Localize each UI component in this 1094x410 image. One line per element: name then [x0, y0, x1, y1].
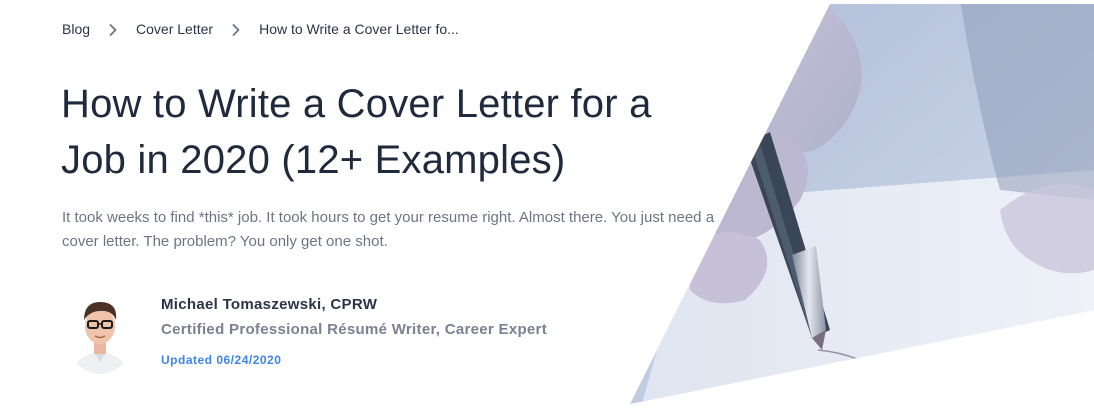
article-lead: It took weeks to find *this* job. It too… — [62, 209, 715, 250]
author-avatar — [66, 294, 134, 374]
breadcrumb-item-blog[interactable]: Blog — [62, 21, 90, 37]
hero-image — [630, 4, 1094, 404]
author-role: Certified Professional Résumé Writer, Ca… — [161, 321, 547, 338]
chevron-right-icon — [213, 21, 259, 37]
breadcrumb-item-current: How to Write a Cover Letter fo... — [259, 21, 459, 37]
breadcrumb: Blog Cover Letter How to Write a Cover L… — [62, 19, 459, 39]
chevron-right-icon — [90, 21, 136, 37]
page-title-line-1: How to Write a Cover Letter for a — [61, 82, 652, 126]
author-name[interactable]: Michael Tomaszewski, CPRW — [161, 296, 377, 313]
breadcrumb-item-cover-letter[interactable]: Cover Letter — [136, 21, 213, 37]
updated-date: Updated 06/24/2020 — [161, 353, 282, 367]
page-title-line-2: Job in 2020 (12+ Examples) — [61, 138, 566, 182]
page-title: How to Write a Cover Letter for a Job in… — [61, 76, 751, 188]
